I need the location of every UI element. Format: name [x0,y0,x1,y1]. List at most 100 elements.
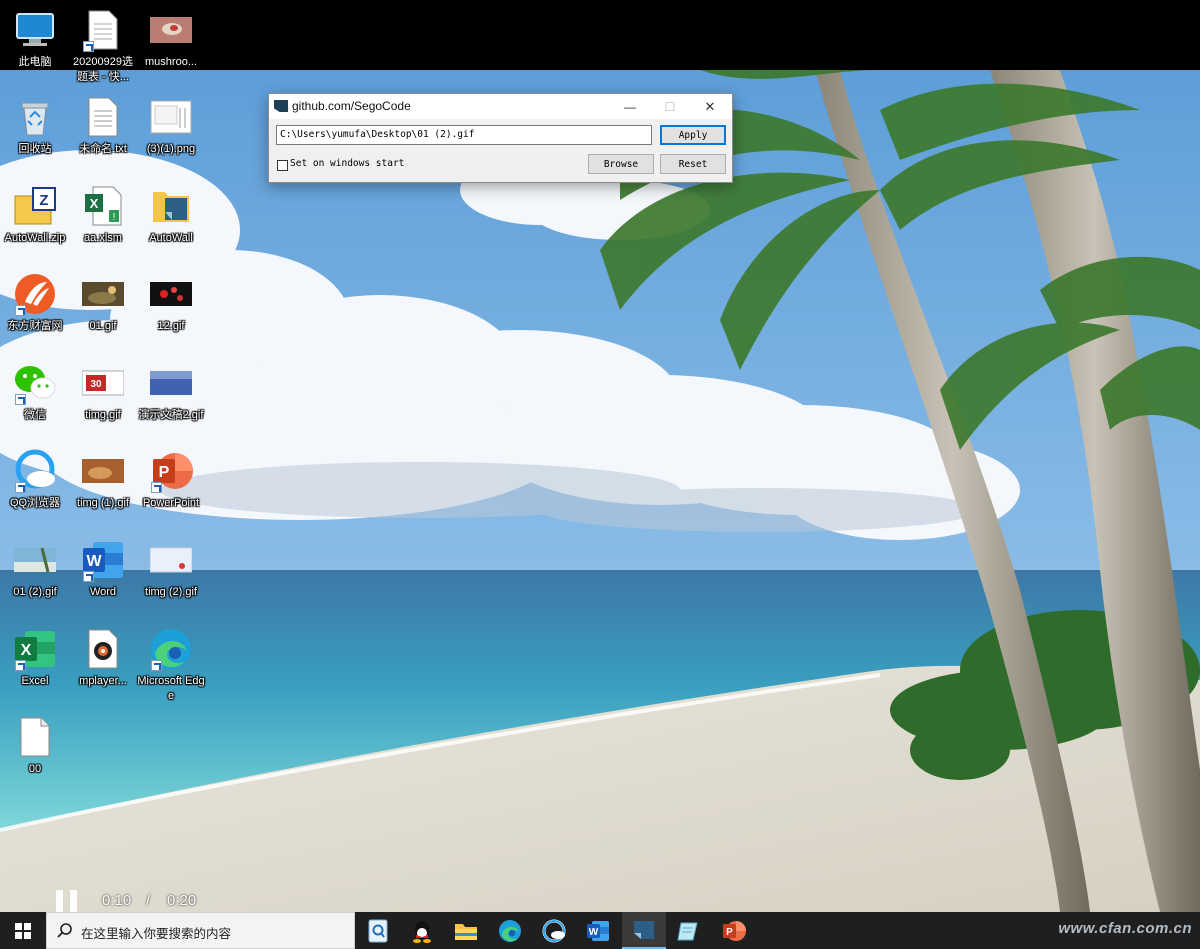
reset-button[interactable]: Reset [660,154,726,174]
desktop-icon[interactable]: 东方财富网 [0,272,70,334]
gif-file-icon [149,361,193,405]
svg-text:P: P [726,927,733,938]
desktop-icon[interactable]: 未命名.txt [68,95,138,157]
desktop-icon-label: timg (1).gif [77,497,129,509]
desktop-icon-label: 微信 [24,409,46,421]
search-placeholder: 在这里输入你要搜索的内容 [81,927,232,941]
desktop-icon-label: timg (2).gif [145,586,197,598]
windows-logo-icon [15,922,31,939]
desktop-icon[interactable]: Microsoft Edge [136,627,206,704]
desktop-icon-label: 20200929选题表 - 快... [73,56,133,83]
desktop-icon[interactable]: W Word [68,538,138,600]
svg-text:P: P [159,464,170,481]
svg-text:W: W [86,553,102,570]
search-icon [57,923,72,938]
qq-icon [413,920,431,943]
gif-file-icon [149,538,193,582]
folder-icon [149,184,193,228]
desktop-icon[interactable]: Z AutoWall.zip [0,184,70,246]
shortcut-arrow-icon [151,482,162,493]
browse-button[interactable]: Browse [588,154,654,174]
desktop-icon[interactable]: AutoWall [136,184,206,246]
zip-archive-icon: Z [13,184,57,228]
app-icon [274,100,288,112]
desktop-icon[interactable]: P PowerPoint [136,449,206,511]
file-path-input[interactable]: C:\Users\yumufa\Desktop\01 (2).gif [276,125,652,145]
pause-icon[interactable] [56,890,78,912]
taskbar-file-explorer[interactable] [444,912,488,949]
powerpoint-icon: P [149,449,193,493]
taskbar-search-box[interactable]: 在这里输入你要搜索的内容 [46,912,355,949]
close-button[interactable]: ✕ [690,94,730,119]
mplayer-icon [81,627,125,671]
desktop-icon[interactable]: 00 [0,715,70,777]
svg-text:W: W [589,927,599,938]
svg-text:30: 30 [90,379,102,390]
desktop-icon-label: mushroo... [145,56,197,68]
desktop-icon[interactable]: timg (1).gif [68,449,138,511]
desktop-icon-this-pc[interactable]: 此电脑 [0,8,70,70]
desktop-icon-label: (3)(1).png [146,143,196,155]
desktop-icon[interactable]: mplayer... [68,627,138,689]
taskbar-autowall[interactable] [622,912,666,949]
desktop-icon[interactable]: 30 timg.gif [68,361,138,423]
desktop-icon[interactable]: 12.gif [136,272,206,334]
taskbar-search-app[interactable] [356,912,400,949]
apply-button[interactable]: Apply [660,125,726,145]
taskbar-powerpoint[interactable]: P [712,912,756,949]
desktop-icon-label: mplayer... [79,675,127,687]
eastmoney-app-icon [13,272,57,316]
file-explorer-icon [455,923,477,940]
startup-checkbox[interactable] [277,160,288,171]
search-app-icon [368,919,388,942]
desktop-icon-label: 01 (2).gif [13,586,57,598]
desktop-icon-label: 回收站 [18,143,52,155]
gif-file-icon: 30 [81,361,125,405]
blank-file-icon [13,715,57,759]
excel-icon: X [13,627,57,671]
notepad-icon [677,922,698,940]
taskbar-word[interactable]: W [576,912,620,949]
desktop-icon[interactable]: 回收站 [0,95,70,157]
edge-icon [149,627,193,671]
shortcut-arrow-icon [151,660,162,671]
startup-checkbox-label: Set on windows start [290,158,405,169]
desktop-icon-label: 未命名.txt [79,143,127,155]
desktop-icon[interactable]: 01.gif [68,272,138,334]
taskbar-notepad[interactable] [666,912,710,949]
svg-text:X: X [90,196,99,211]
minimize-button[interactable]: — [610,94,650,119]
desktop-icon-label: Word [89,586,117,598]
desktop-icon[interactable]: X Excel [0,627,70,689]
desktop-icon-mushroom[interactable]: mushroo... [136,8,206,70]
window-titlebar[interactable]: github.com/SegoCode — ☐ ✕ [269,94,732,119]
desktop-icon-label: 此电脑 [18,56,52,68]
taskbar: 在这里输入你要搜索的内容 W P www.cfan.com.cn [0,912,1200,949]
taskbar-edge[interactable] [488,912,532,949]
desktop-icon[interactable]: 微信 [0,361,70,423]
shortcut-arrow-icon [83,41,94,52]
svg-text:!: ! [113,212,116,223]
desktop-icon[interactable]: QQ浏览器 [0,449,70,511]
watermark-text: www.cfan.com.cn [1058,920,1192,937]
gif-file-icon [81,272,125,316]
powerpoint-icon: P [723,920,746,941]
qq-browser-icon [13,449,57,493]
desktop-icon-label: 01.gif [89,320,117,332]
desktop-icon[interactable]: (3)(1).png [136,95,206,157]
taskbar-qq-browser[interactable] [532,912,576,949]
desktop-icon[interactable]: timg (2).gif [136,538,206,600]
desktop-icon[interactable]: 01 (2).gif [0,538,70,600]
shortcut-arrow-icon [15,482,26,493]
maximize-button[interactable]: ☐ [650,94,690,119]
desktop-icon[interactable]: X! aa.xlsm [68,184,138,246]
video-total-time: 0:20 [167,892,197,909]
taskbar-qq[interactable] [400,912,444,949]
autowall-icon [634,920,654,939]
svg-text:Z: Z [39,192,48,209]
desktop-icon-topic-sheet[interactable]: 20200929选题表 - 快... [68,8,138,85]
start-button[interactable] [0,912,46,949]
shortcut-arrow-icon [15,660,26,671]
gif-file-icon [13,538,57,582]
desktop-icon[interactable]: 演示文稿2.gif [136,361,206,423]
